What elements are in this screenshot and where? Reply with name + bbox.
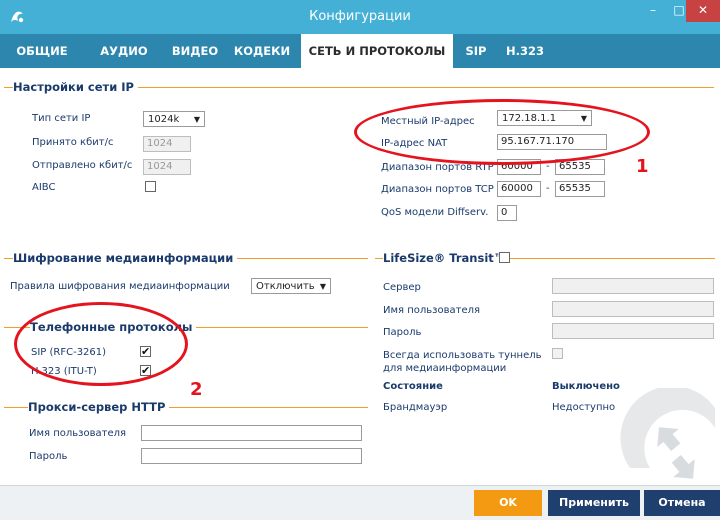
network-type-label: Тип сети IP xyxy=(32,113,91,124)
tab-bar: ОБЩИЕ АУДИО ВИДЕО КОДЕКИ СЕТЬ И ПРОТОКОЛ… xyxy=(0,34,720,93)
proxy-user-field[interactable] xyxy=(141,425,362,441)
transit-tunnel-label-2: для медиаинформации xyxy=(383,363,507,374)
transit-tunnel-checkbox[interactable] xyxy=(552,348,563,359)
received-label: Принято кбит/с xyxy=(32,137,114,148)
tcp-range-label: Диапазон портов TCP xyxy=(381,184,494,195)
tab-general[interactable]: ОБЩИЕ xyxy=(10,34,74,68)
sent-field[interactable]: 1024 xyxy=(143,159,191,175)
network-type-value: 1024k xyxy=(148,114,180,125)
proxy-password-field[interactable] xyxy=(141,448,362,464)
tab-video[interactable]: ВИДЕО xyxy=(165,34,225,68)
transit-tunnel-label-1: Всегда использовать туннель xyxy=(383,350,542,361)
proxy-user-label: Имя пользователя xyxy=(29,428,127,439)
annotation-number-2: 2 xyxy=(190,379,203,400)
title-bar: Конфигурации xyxy=(0,0,720,34)
cancel-button[interactable]: Отмена xyxy=(644,490,720,516)
tcp-dash: - xyxy=(546,183,550,194)
transit-password-label: Пароль xyxy=(383,327,422,338)
transit-firewall-value: Недоступно xyxy=(552,402,616,413)
transit-user-label: Имя пользователя xyxy=(383,305,481,316)
encryption-rule-value: Отключить xyxy=(256,281,315,292)
chevron-down-icon: ▼ xyxy=(319,282,326,291)
annotation-circle-2 xyxy=(14,302,188,386)
section-title-encryption: Шифрование медиаинформации xyxy=(13,251,238,265)
transit-server-label: Сервер xyxy=(383,282,421,293)
tcp-to-field[interactable]: 65535 xyxy=(555,181,605,197)
aibc-label: AIBC xyxy=(32,182,56,193)
network-type-select[interactable]: 1024k ▼ xyxy=(143,111,205,127)
encryption-rule-select[interactable]: Отключить ▼ xyxy=(251,278,331,294)
minimize-button[interactable]: – xyxy=(640,0,666,22)
apply-button[interactable]: Применить xyxy=(548,490,640,516)
tab-network-protocols[interactable]: СЕТЬ И ПРОТОКОЛЫ xyxy=(301,34,453,68)
sent-label: Отправлено кбит/с xyxy=(32,160,133,171)
transit-password-field[interactable] xyxy=(552,323,714,339)
annotation-number-1: 1 xyxy=(636,156,649,177)
transit-user-field[interactable] xyxy=(552,301,714,317)
tab-h323[interactable]: H.323 xyxy=(500,34,550,68)
transit-firewall-label: Брандмауэр xyxy=(383,402,448,413)
section-title-ip: Настройки сети IP xyxy=(13,80,138,94)
encryption-rule-label: Правила шифрования медиаинформации xyxy=(10,281,230,292)
aibc-checkbox[interactable] xyxy=(145,181,156,192)
ok-button[interactable]: OK xyxy=(474,490,542,516)
tab-audio[interactable]: АУДИО xyxy=(94,34,154,68)
transit-server-field[interactable] xyxy=(552,278,714,294)
tab-sip[interactable]: SIP xyxy=(458,34,494,68)
annotation-circle-1 xyxy=(354,99,650,165)
window-title: Конфигурации xyxy=(309,9,411,24)
transit-state-label: Состояние xyxy=(383,381,443,392)
qos-label: QoS модели Diffserv. xyxy=(381,207,489,218)
qos-field[interactable]: 0 xyxy=(497,205,517,221)
proxy-password-label: Пароль xyxy=(29,451,68,462)
tab-codecs[interactable]: КОДЕКИ xyxy=(230,34,294,68)
transit-watermark-icon xyxy=(620,388,715,479)
section-title-proxy: Прокси-сервер HTTP xyxy=(28,400,170,414)
tcp-from-field[interactable]: 60000 xyxy=(497,181,541,197)
close-button[interactable]: ✕ xyxy=(686,0,720,22)
transit-checkbox[interactable] xyxy=(499,252,510,263)
chevron-down-icon: ▼ xyxy=(193,115,200,124)
section-title-transit: LifeSize® Transit™ xyxy=(383,251,510,265)
received-field[interactable]: 1024 xyxy=(143,136,191,152)
